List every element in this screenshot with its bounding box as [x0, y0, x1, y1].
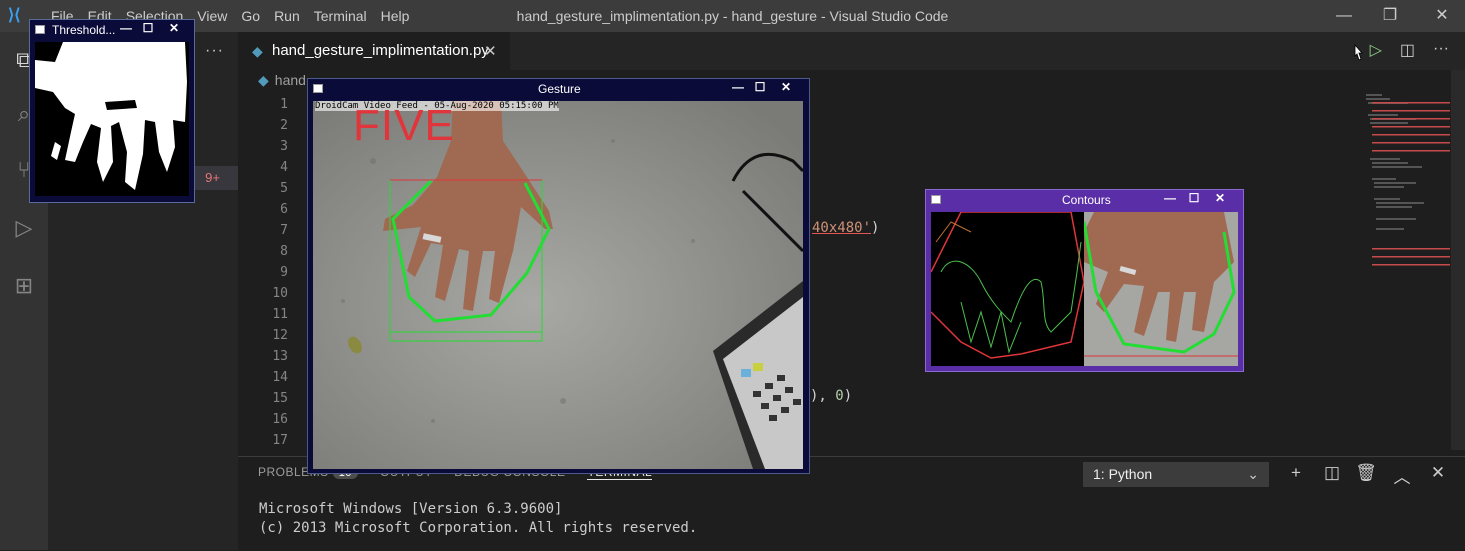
- editor-scrollbar[interactable]: [1451, 70, 1465, 450]
- terminal-line: (c) 2013 Microsoft Corporation. All righ…: [259, 520, 698, 536]
- threshold-title: Threshold...: [52, 23, 116, 37]
- detected-gesture-label: FIVE: [353, 101, 455, 150]
- minimap[interactable]: [1364, 88, 1450, 288]
- tab-close-icon[interactable]: ✕: [484, 42, 497, 60]
- window-icon: [313, 84, 323, 93]
- threshold-window[interactable]: Threshold... — ☐ ✕: [29, 19, 195, 203]
- editor-tabs: ◆ hand_gesture_implimentation.py ✕: [238, 32, 1465, 70]
- extensions-icon[interactable]: ⊞: [8, 270, 40, 302]
- python-file-icon: ◆: [252, 43, 263, 59]
- split-terminal-icon[interactable]: ◫: [1320, 463, 1344, 483]
- gesture-titlebar[interactable]: Gesture — ☐ ✕: [308, 79, 809, 101]
- line-number: 9: [280, 265, 288, 280]
- run-debug-icon[interactable]: ▷: [8, 212, 40, 244]
- code-string: 40x480': [812, 220, 872, 236]
- python-file-icon: ◆: [258, 72, 269, 88]
- code-number: 0: [835, 388, 844, 404]
- code-line-15[interactable]: ), 0): [810, 388, 852, 404]
- line-number-gutter: 1 2 3 4 5 6 7 8 9 10 11 12 13 14 15 16 1…: [238, 94, 288, 451]
- problems-badge: 9+: [205, 170, 220, 185]
- code-paren: ): [871, 220, 880, 236]
- line-number: 16: [272, 412, 288, 427]
- menu-run[interactable]: Run: [267, 0, 307, 32]
- camera-scene: [313, 101, 803, 469]
- title-bar: ⟩⟨ File Edit Selection View Go Run Termi…: [0, 0, 1465, 32]
- close-icon[interactable]: ✕: [1419, 0, 1465, 32]
- close-icon[interactable]: ✕: [776, 80, 796, 94]
- trash-icon[interactable]: 🗑: [1354, 463, 1378, 483]
- threshold-titlebar[interactable]: Threshold... — ☐ ✕: [30, 20, 194, 42]
- line-number: 7: [280, 223, 288, 238]
- contours-hand-scene: [1084, 212, 1238, 366]
- line-number: 5: [280, 181, 288, 196]
- line-number: 14: [272, 370, 288, 385]
- contours-window[interactable]: Contours — ☐ ✕: [925, 189, 1244, 372]
- contours-title: Contours: [1062, 193, 1111, 207]
- line-number: 2: [280, 118, 288, 133]
- terminal-select[interactable]: 1: Python ⌄: [1083, 462, 1269, 487]
- close-icon[interactable]: ✕: [164, 21, 184, 35]
- line-number: 4: [280, 160, 288, 175]
- close-icon[interactable]: ✕: [1210, 191, 1230, 205]
- minimize-icon[interactable]: —: [728, 80, 748, 94]
- sidebar-more-button[interactable]: ···: [205, 42, 224, 60]
- more-actions-icon[interactable]: ···: [1433, 40, 1449, 60]
- run-python-icon[interactable]: ▷: [1370, 40, 1382, 60]
- window-icon: [931, 195, 941, 204]
- contours-titlebar[interactable]: Contours — ☐ ✕: [926, 190, 1243, 212]
- line-number: 17: [272, 433, 288, 448]
- new-terminal-icon[interactable]: +: [1284, 463, 1308, 483]
- tab-label: hand_gesture_implimentation.py: [272, 42, 489, 59]
- chevron-down-icon: ⌄: [1247, 466, 1259, 482]
- vscode-logo-icon[interactable]: ⟩⟨: [8, 7, 26, 25]
- gesture-window[interactable]: Gesture — ☐ ✕ DroidCam Video Feed - 05-A…: [307, 78, 810, 474]
- window-icon: [35, 25, 45, 34]
- code-text: ),: [810, 388, 836, 404]
- contours-image: [931, 212, 1084, 366]
- line-number: 13: [272, 349, 288, 364]
- editor-actions: ▷ ◫ ···: [1370, 40, 1449, 60]
- maximize-panel-icon[interactable]: ︿: [1390, 463, 1414, 488]
- menu-help[interactable]: Help: [374, 0, 417, 32]
- maximize-icon[interactable]: ☐: [1184, 191, 1204, 205]
- terminal-line: Microsoft Windows [Version 6.3.9600]: [259, 501, 563, 517]
- restore-icon[interactable]: ❐: [1367, 0, 1413, 32]
- line-number: 6: [280, 202, 288, 217]
- menu-terminal[interactable]: Terminal: [307, 0, 374, 32]
- maximize-icon[interactable]: ☐: [750, 80, 770, 94]
- line-number: 1: [280, 97, 288, 112]
- camera-feed: DroidCam Video Feed - 05-Aug-2020 05:15:…: [313, 101, 803, 469]
- minimize-icon[interactable]: —: [1321, 0, 1367, 32]
- gesture-title: Gesture: [538, 82, 581, 96]
- line-number: 3: [280, 139, 288, 154]
- maximize-icon[interactable]: ☐: [138, 21, 158, 35]
- threshold-mask: [35, 42, 187, 190]
- minimize-icon[interactable]: —: [116, 21, 136, 35]
- contour-drawing: [931, 212, 1084, 359]
- menu-view[interactable]: View: [190, 0, 234, 32]
- code-line-7[interactable]: 40x480'): [812, 220, 879, 236]
- menu-go[interactable]: Go: [234, 0, 267, 32]
- code-paren: ): [843, 388, 853, 404]
- breadcrumb-file: hand: [274, 72, 306, 88]
- contours-hand-image: [1084, 212, 1238, 366]
- minimize-icon[interactable]: —: [1160, 191, 1180, 205]
- line-number: 8: [280, 244, 288, 259]
- line-number: 11: [272, 307, 288, 322]
- close-panel-icon[interactable]: ✕: [1426, 463, 1450, 483]
- threshold-image: [35, 42, 189, 196]
- line-number: 10: [272, 286, 288, 301]
- breadcrumb[interactable]: ◆ hand: [258, 72, 306, 89]
- line-number: 15: [272, 391, 288, 406]
- tab-hand-gesture[interactable]: ◆ hand_gesture_implimentation.py ✕: [238, 32, 510, 70]
- mouse-cursor-icon: [1354, 44, 1363, 61]
- line-number: 12: [272, 328, 288, 343]
- split-editor-icon[interactable]: ◫: [1400, 40, 1415, 60]
- terminal-select-value: 1: Python: [1093, 466, 1153, 482]
